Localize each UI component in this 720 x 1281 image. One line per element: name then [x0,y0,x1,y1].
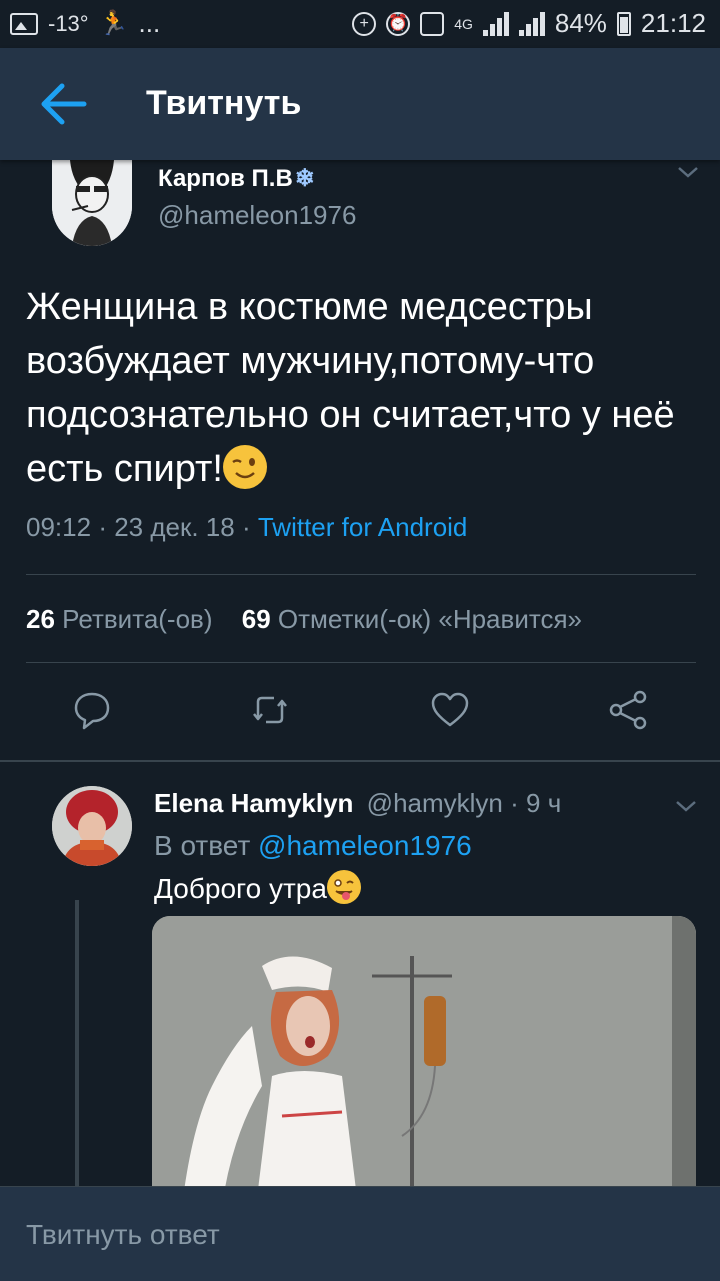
reply-author-handle[interactable]: @hamyklyn [367,788,503,818]
reply-photo[interactable] [152,916,696,1206]
reply-composer-placeholder: Твитнуть ответ [26,1219,220,1250]
reply-composer[interactable]: Твитнуть ответ [0,1186,720,1281]
author-avatar[interactable] [52,160,132,246]
retweet-icon[interactable] [248,688,292,732]
share-icon[interactable] [606,688,650,732]
in-reply-to: В ответ @hameleon1976 [154,830,472,861]
page-title: Твитнуть [146,84,302,122]
snowflake-icon: ❄ [294,165,315,192]
tweet-source-link[interactable]: Twitter for Android [258,512,468,542]
tongue-wink-emoji [326,870,361,904]
like-icon[interactable] [428,688,472,732]
clock: 21:12 [640,8,706,38]
winking-face-emoji [222,445,267,489]
status-bar: -13° 🏃 ... + ⏰ 4G 84% 21:12 [0,0,720,48]
back-arrow-icon[interactable] [38,82,88,126]
data-saver-icon: + [352,11,377,36]
chevron-down-icon[interactable] [676,160,700,184]
reply-header: Elena Hamyklyn @hamyklyn · 9 ч [154,788,562,818]
thread-line [75,900,79,1190]
reply-text: Доброго утра [154,870,361,905]
alarm-icon: ⏰ [386,11,411,36]
reply-author-avatar[interactable] [52,786,132,866]
battery-percent: 84% [554,8,607,38]
author-handle[interactable]: @hameleon1976 [158,200,356,231]
app-bar: Твитнуть [0,48,720,160]
in-reply-to-handle[interactable]: @hameleon1976 [258,830,472,861]
divider [26,662,696,663]
divider [26,574,696,575]
retweets-stat[interactable]: 26 Ретвита(-ов) [26,604,213,634]
chevron-down-icon[interactable] [674,794,698,818]
message-icon [420,11,445,36]
tweet-meta: 09:12 · 23 дек. 18 · Twitter for Android [26,512,468,542]
tweet-text: Женщина в костюме медсестры возбуждает м… [26,286,675,490]
signal-icon [482,11,509,36]
signal-2-icon [518,11,545,36]
runner-notification-icon: 🏃 [98,10,129,37]
likes-stat[interactable]: 69 Отметки(-ок) «Нравится» [242,604,582,634]
more-notifications: ... [138,8,161,38]
gallery-notification-icon [10,12,38,35]
tweet-actions [0,688,720,738]
tweet-stats: 26 Ретвита(-ов) 69 Отметки(-ок) «Нравитс… [26,604,582,635]
temperature: -13° [48,10,89,36]
reply-author-name[interactable]: Elena Hamyklyn [154,788,353,818]
tweet-date: 23 дек. 18 [114,512,235,542]
battery-icon [616,11,631,36]
tweet-time: 09:12 [26,512,92,542]
reply-icon[interactable] [70,688,114,732]
section-divider [0,760,720,762]
author-name[interactable]: Карпов П.В❄ [158,164,315,193]
network-type: 4G [454,15,473,32]
reply-time: 9 ч [526,788,562,818]
